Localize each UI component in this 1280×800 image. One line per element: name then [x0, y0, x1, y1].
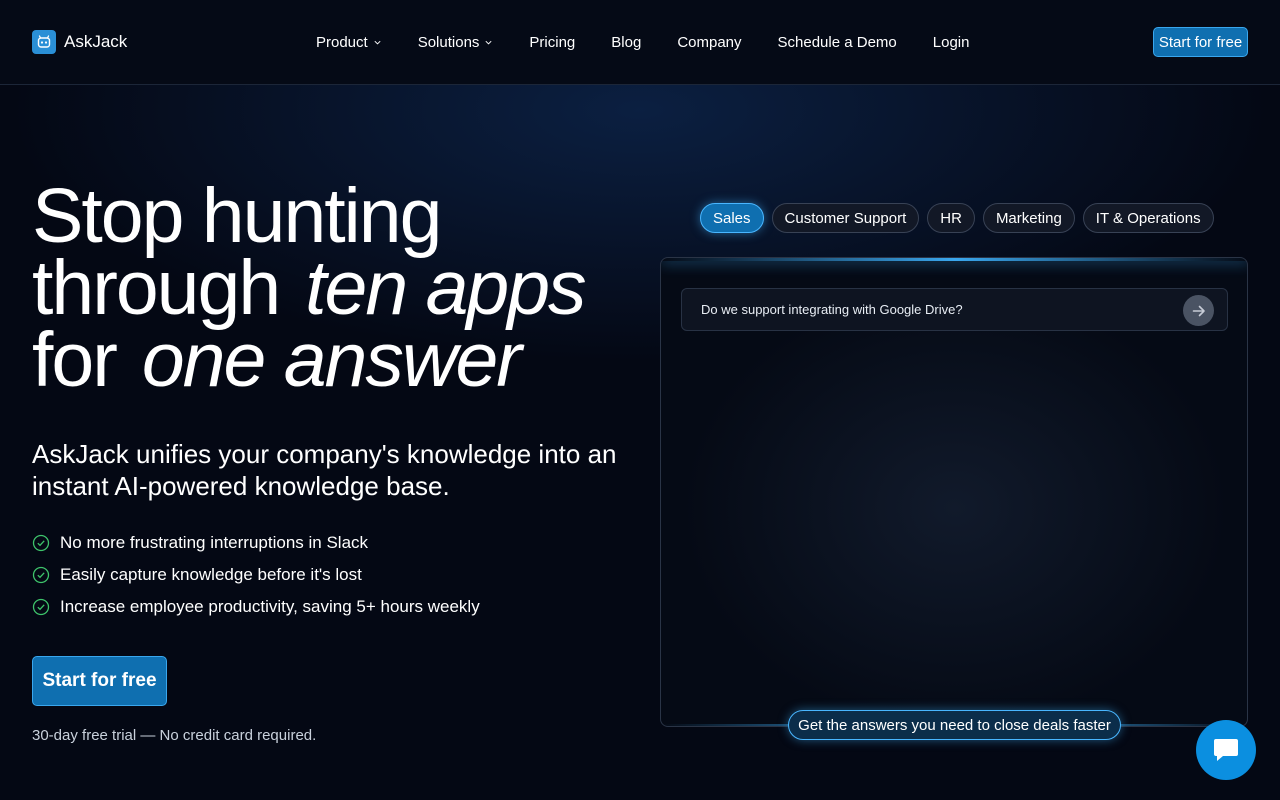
- hero-title-line-1: Stop hunting: [32, 173, 442, 259]
- chat-bubble-icon: [1214, 739, 1238, 761]
- panel-top-glow: [661, 258, 1247, 261]
- feature-item: Easily capture knowledge before it's los…: [32, 559, 632, 591]
- nav-item-pricing[interactable]: Pricing: [529, 34, 575, 51]
- demo-query-box[interactable]: Do we support integrating with Google Dr…: [681, 288, 1228, 331]
- check-circle-icon: [32, 566, 50, 584]
- nav-item-login[interactable]: Login: [933, 34, 970, 51]
- hero-subtitle: AskJack unifies your company's knowledge…: [32, 439, 617, 501]
- tab-marketing[interactable]: Marketing: [982, 203, 1075, 233]
- main-nav: Product Solutions Pricing Blog Company S…: [316, 31, 1005, 53]
- demo-query-text: Do we support integrating with Google Dr…: [701, 302, 963, 317]
- chevron-down-icon: [374, 40, 381, 44]
- tab-customer-support[interactable]: Customer Support: [771, 203, 920, 233]
- nav-item-solutions[interactable]: Solutions: [418, 34, 494, 51]
- feature-text: Easily capture knowledge before it's los…: [60, 565, 362, 584]
- nav-item-blog[interactable]: Blog: [611, 34, 641, 51]
- hero-start-free-button[interactable]: Start for free: [32, 656, 167, 706]
- hero-title-plain: for: [32, 317, 118, 403]
- hero-title: Stop hunting through ten apps for one answ…: [32, 173, 652, 399]
- demo-tabs: Sales Customer Support HR Marketing IT &…: [700, 203, 1222, 233]
- tab-it-operations[interactable]: IT & Operations: [1082, 203, 1214, 233]
- demo-panel: Do we support integrating with Google Dr…: [660, 257, 1248, 727]
- arrow-right-icon: [1192, 305, 1205, 316]
- nav-item-company[interactable]: Company: [677, 34, 741, 51]
- nav-item-label: Blog: [611, 33, 642, 51]
- trial-note: 30-day free trial — No credit card requi…: [32, 727, 317, 744]
- nav-item-label: Company: [677, 33, 742, 51]
- feature-item: Increase employee productivity, saving 5…: [32, 591, 632, 623]
- hero-highlight-text: one answer: [141, 317, 522, 403]
- check-circle-icon: [32, 534, 50, 552]
- nav-item-label: Product: [316, 33, 368, 51]
- header-start-free-button[interactable]: Start for free: [1153, 27, 1248, 57]
- nav-item-label: Solutions: [417, 33, 480, 51]
- feature-list: No more frustrating interruptions in Sla…: [32, 527, 632, 623]
- hero-title-highlight: one answer: [122, 322, 536, 399]
- nav-item-label: Pricing: [529, 33, 576, 51]
- brand-name: AskJack: [64, 32, 128, 51]
- chevron-down-icon: [485, 40, 492, 44]
- send-arrow-button[interactable]: [1183, 295, 1214, 326]
- nav-item-schedule-demo[interactable]: Schedule a Demo: [778, 34, 897, 51]
- robot-face-icon: [32, 30, 56, 54]
- check-circle-icon: [32, 598, 50, 616]
- tab-hr[interactable]: HR: [927, 203, 975, 233]
- feature-item: No more frustrating interruptions in Sla…: [32, 527, 632, 559]
- site-header: AskJack Product Solutions Pricing Blog C…: [0, 0, 1280, 85]
- feature-text: Increase employee productivity, saving 5…: [60, 597, 480, 616]
- hero-title-highlight: ten apps: [285, 250, 600, 327]
- tab-sales[interactable]: Sales: [700, 203, 764, 233]
- hero-title-line-3: for one answer: [32, 322, 652, 399]
- chat-widget-button[interactable]: [1196, 720, 1256, 780]
- demo-caption: Get the answers you need to close deals …: [788, 710, 1121, 740]
- nav-item-label: Login: [932, 33, 970, 51]
- feature-text: No more frustrating interruptions in Sla…: [60, 533, 369, 552]
- brand-logo[interactable]: AskJack: [32, 30, 127, 54]
- hero-title-line-2: through ten apps: [32, 250, 652, 327]
- nav-item-label: Schedule a Demo: [777, 33, 897, 51]
- nav-item-product[interactable]: Product: [316, 34, 382, 51]
